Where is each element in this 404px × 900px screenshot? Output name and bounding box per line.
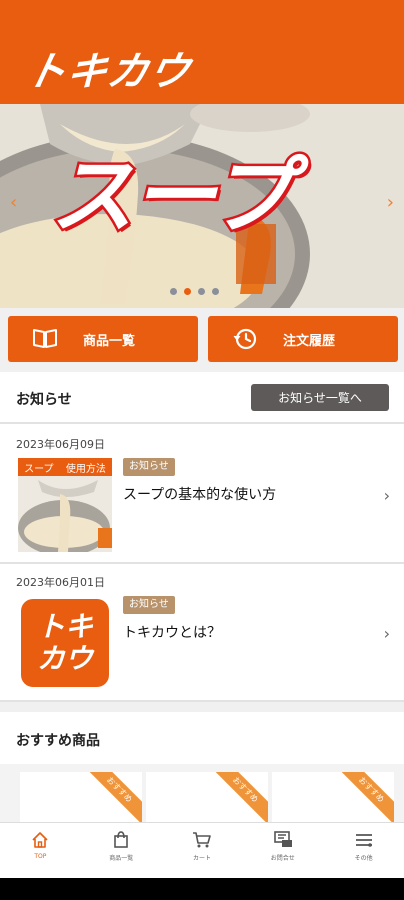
tab-label: その他 — [354, 855, 373, 862]
chevron-right-icon[interactable]: › — [387, 192, 394, 213]
news-item[interactable]: 2023年06月01日 トキ カウ お知らせ トキカウとは？ › — [0, 564, 404, 702]
tab-cart[interactable]: カート — [162, 823, 243, 878]
news-item[interactable]: 2023年06月09日 スープ 使用方法 お知らせ スープの基本的な使い方 › — [0, 426, 404, 564]
recommended-ribbon: おすすめ — [207, 772, 268, 828]
tab-products[interactable]: 商品一覧 — [81, 823, 162, 878]
home-icon — [32, 832, 48, 848]
order-history-label: 注文履歴 — [282, 333, 335, 349]
carousel-dots — [170, 288, 219, 295]
menu-icon — [355, 834, 372, 847]
thumbnail-tag: スープ — [24, 463, 54, 475]
hero-carousel[interactable]: スープ ‹ › — [0, 104, 404, 308]
carousel-dot-active[interactable] — [184, 288, 191, 295]
cart-icon — [192, 832, 211, 848]
contact-icon — [273, 831, 292, 847]
news-section-title: お知らせ — [16, 392, 72, 408]
carousel-dot[interactable] — [170, 288, 177, 295]
tab-contact[interactable]: お問合せ — [242, 823, 323, 878]
carousel-dot[interactable] — [198, 288, 205, 295]
tab-label: カート — [192, 855, 211, 862]
chevron-left-icon[interactable]: ‹ — [10, 192, 17, 213]
recommended-header: おすすめ商品 — [0, 712, 404, 764]
product-list-label: 商品一覧 — [82, 333, 135, 349]
tab-label: TOP — [34, 853, 47, 860]
news-section-header: お知らせ お知らせ一覧へ — [0, 372, 404, 424]
section-divider — [0, 702, 404, 712]
app-header: トキカウ — [0, 0, 404, 104]
news-date: 2023年06月09日 — [16, 438, 105, 451]
recommended-carousel: おすすめ おすすめ おすすめ — [0, 764, 404, 832]
news-thumbnail: トキ カウ — [18, 596, 112, 690]
news-date: 2023年06月01日 — [16, 576, 105, 589]
carousel-dot[interactable] — [212, 288, 219, 295]
recommended-title: おすすめ商品 — [16, 733, 100, 749]
hero-title: スープ — [48, 145, 296, 248]
chevron-right-icon: › — [383, 486, 390, 505]
order-history-button[interactable]: 注文履歴 — [208, 316, 398, 362]
app-logo-tile: トキ カウ — [21, 599, 109, 687]
thumbnail-tag: 使用方法 — [65, 463, 106, 475]
history-icon — [233, 328, 257, 350]
news-badge: お知らせ — [123, 596, 175, 614]
news-title: スープの基本的な使い方 — [123, 487, 277, 503]
book-icon — [33, 329, 57, 348]
tab-label: お問合せ — [270, 855, 295, 862]
chevron-right-icon: › — [383, 624, 390, 643]
news-badge: お知らせ — [123, 458, 175, 476]
bottom-tab-bar: TOP 商品一覧 カート お問合せ その他 — [0, 822, 404, 878]
tab-other[interactable]: その他 — [323, 823, 404, 878]
logo-tile-line: カウ — [36, 642, 93, 675]
news-all-button[interactable]: お知らせ一覧へ — [251, 384, 389, 411]
logo-tile-line: トキ — [36, 610, 93, 643]
app-logo: トキカウ — [21, 49, 195, 95]
tab-top[interactable]: TOP — [0, 823, 81, 878]
recommended-ribbon: おすすめ — [81, 772, 142, 828]
shopping-bag-icon — [114, 831, 128, 848]
thumbnail-tags: スープ 使用方法 — [18, 458, 112, 476]
tab-label: 商品一覧 — [109, 855, 134, 862]
news-thumbnail: スープ 使用方法 — [18, 458, 112, 552]
product-list-button[interactable]: 商品一覧 — [8, 316, 198, 362]
news-title: トキカウとは？ — [123, 625, 221, 641]
recommended-ribbon: おすすめ — [333, 772, 394, 828]
system-navigation-bar — [0, 878, 404, 900]
quick-actions: 商品一覧 注文履歴 — [8, 316, 398, 362]
